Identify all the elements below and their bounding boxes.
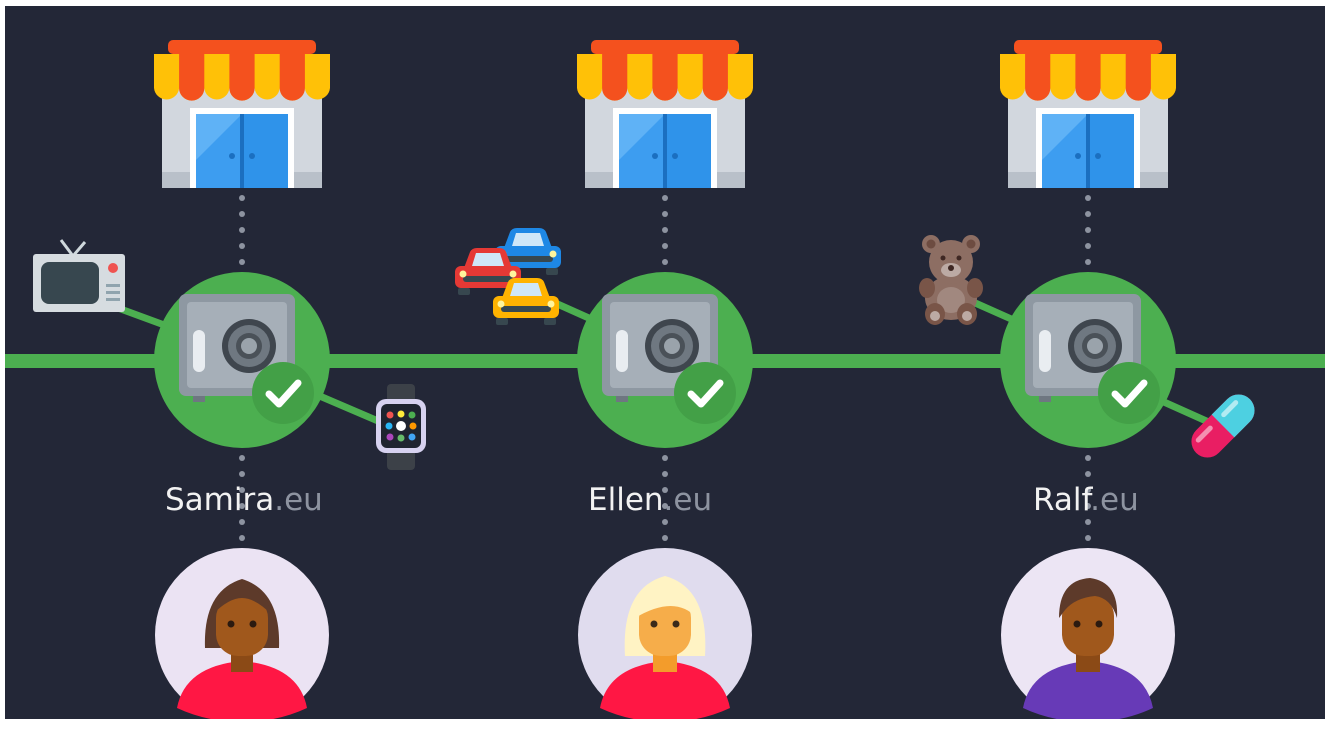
connector-dot xyxy=(662,471,668,477)
checkmark-icon xyxy=(252,362,314,424)
checkmark-icon xyxy=(1098,362,1160,424)
teddy-bear-icon xyxy=(919,235,983,325)
pill-icon xyxy=(1191,394,1255,458)
network-illustration: Samira.eu Ellen.eu Ralf.eu xyxy=(5,40,1325,719)
illustration-canvas: Samira.eu Ellen.eu Ralf.eu xyxy=(5,6,1325,719)
connector-dot xyxy=(239,195,245,201)
connector-dot xyxy=(1085,455,1091,461)
domain-label-ellen: Ellen.eu xyxy=(588,482,712,518)
avatar-man-icon xyxy=(1001,548,1175,719)
connector-dot xyxy=(662,535,668,541)
connector-dot xyxy=(1085,195,1091,201)
connector-dot xyxy=(239,211,245,217)
connector-dot xyxy=(662,455,668,461)
connector-dot xyxy=(1085,259,1091,265)
avatar-woman-blonde-icon xyxy=(578,548,752,719)
connector-dot xyxy=(1085,243,1091,249)
connector-dot xyxy=(662,519,668,525)
connector-dot xyxy=(1085,471,1091,477)
connector-dot xyxy=(662,211,668,217)
checkmark-icon xyxy=(674,362,736,424)
cars-icon xyxy=(455,228,561,325)
connector-dot xyxy=(1085,211,1091,217)
connector-dot xyxy=(1085,535,1091,541)
node-samira: Samira.eu xyxy=(154,40,330,719)
connector-dot xyxy=(239,535,245,541)
connector-dot xyxy=(1085,519,1091,525)
store-icon xyxy=(577,40,753,188)
connector-dot xyxy=(239,227,245,233)
connector-dot xyxy=(239,519,245,525)
connector-dot xyxy=(662,243,668,249)
domain-label-ralf: Ralf.eu xyxy=(1033,482,1139,518)
store-icon xyxy=(154,40,330,188)
node-ralf: Ralf.eu xyxy=(1000,40,1176,719)
smartwatch-icon xyxy=(376,384,426,470)
domain-label-samira: Samira.eu xyxy=(165,482,323,518)
connector-dot xyxy=(239,243,245,249)
connector-dot xyxy=(239,259,245,265)
node-ellen: Ellen.eu xyxy=(577,40,753,719)
tv-icon xyxy=(33,239,125,312)
connector-dot xyxy=(239,471,245,477)
connector-dot xyxy=(1085,227,1091,233)
connector-dot xyxy=(662,227,668,233)
avatar-woman-dark-hair-icon xyxy=(155,548,329,719)
store-icon xyxy=(1000,40,1176,188)
connector-dot xyxy=(662,195,668,201)
connector-dot xyxy=(239,455,245,461)
connector-dot xyxy=(662,259,668,265)
